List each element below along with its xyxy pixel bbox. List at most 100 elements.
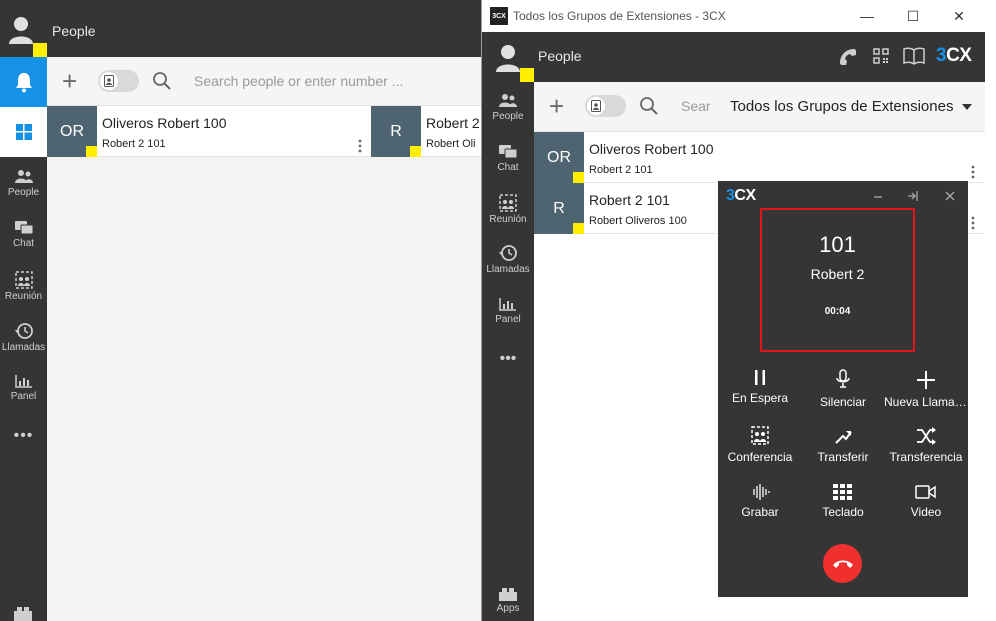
nav-meeting[interactable]: Reunión — [0, 267, 47, 313]
window-titlebar[interactable]: 3CX Todos los Grupos de Extensiones - 3C… — [482, 0, 996, 32]
background-sidebar: People Chat Reunión Llamadas Panel ••• — [0, 57, 47, 621]
hangup-button[interactable] — [823, 544, 862, 583]
call-logo-suffix: CX — [734, 187, 756, 204]
conference-button[interactable]: Conferencia — [718, 426, 802, 464]
contact-card[interactable]: OR Oliveros Robert 100 Robert 2 101 — [47, 106, 371, 157]
contact-initials: OR — [547, 148, 571, 166]
contact-avatar: R — [371, 106, 421, 157]
video-icon — [915, 485, 936, 499]
extension-group-select[interactable]: Todos los Grupos de Extensiones — [730, 98, 972, 115]
new-call-button[interactable]: Nueva Llamada — [884, 369, 968, 409]
minimize-icon[interactable] — [873, 191, 883, 201]
notifications-button[interactable] — [0, 57, 47, 107]
contact-card[interactable]: OR Oliveros Robert 100 Robert 2 101 — [534, 132, 984, 183]
more-menu-button[interactable]: ••• — [0, 427, 47, 445]
nav-panel[interactable]: Panel — [0, 369, 47, 415]
kebab-menu-icon[interactable] — [971, 216, 975, 230]
nav-people[interactable]: People — [0, 165, 47, 211]
nav-meeting-label: Reunión — [4, 291, 43, 302]
nav-calls[interactable]: Llamadas — [0, 318, 47, 364]
phone-icon[interactable] — [838, 47, 858, 67]
add-contact-icon[interactable]: + — [62, 68, 77, 94]
user-avatar-icon — [9, 17, 47, 57]
keypad-button[interactable]: Teclado — [801, 483, 885, 519]
contacts-toggle-knob — [100, 72, 118, 90]
microphone-icon — [836, 369, 850, 388]
attended-transfer-button[interactable]: Transferencia — [884, 426, 968, 464]
nav-chat[interactable]: Chat — [482, 144, 534, 173]
close-button[interactable]: ✕ — [944, 4, 974, 28]
call-timer: 00:04 — [824, 306, 851, 317]
active-call-popup: 3CX 101 Robert 2 00:04 En Espera Silenci… — [718, 181, 968, 597]
user-avatar[interactable] — [0, 0, 47, 57]
nav-panel[interactable]: Panel — [482, 296, 534, 325]
plus-icon — [917, 371, 935, 389]
attended-transfer-label: Transferencia — [889, 450, 963, 464]
kebab-menu-icon[interactable] — [358, 139, 362, 153]
transfer-label: Transferir — [817, 450, 869, 464]
kebab-menu-icon[interactable] — [971, 165, 975, 179]
chat-icon — [499, 145, 518, 159]
search-icon[interactable] — [153, 72, 171, 90]
nav-calls[interactable]: Llamadas — [482, 244, 534, 275]
contacts-toggle[interactable] — [585, 95, 626, 117]
apps-icon — [499, 588, 517, 601]
contact-card[interactable]: R Robert 2 Robert Oli — [371, 106, 481, 157]
video-label: Video — [910, 505, 942, 519]
nav-meeting[interactable]: Reunión — [482, 194, 534, 225]
meeting-icon — [499, 194, 517, 212]
search-input[interactable]: Search people or enter number ... — [194, 73, 403, 89]
apps-icon[interactable] — [13, 605, 33, 621]
mute-button[interactable]: Silenciar — [801, 369, 885, 409]
keypad-label: Teclado — [822, 505, 864, 519]
record-button[interactable]: Grabar — [718, 483, 802, 519]
video-button[interactable]: Video — [884, 483, 968, 519]
window-toolbar: + Sear Todos los Grupos de Extensiones — [534, 82, 996, 132]
history-icon — [14, 323, 33, 339]
nav-panel-label: Panel — [495, 314, 521, 325]
maximize-button[interactable]: ☐ — [898, 4, 928, 28]
user-avatar-icon[interactable] — [482, 32, 534, 82]
conference-icon — [751, 426, 769, 445]
keypad-icon — [833, 484, 852, 500]
book-icon[interactable] — [903, 47, 925, 65]
contact-avatar: R — [534, 183, 584, 234]
pause-icon — [755, 370, 765, 385]
transfer-icon — [835, 431, 852, 444]
contacts-toggle[interactable] — [98, 70, 139, 92]
contact-name: Robert 2 101 — [589, 192, 670, 208]
transfer-button[interactable]: Transferir — [801, 426, 885, 464]
more-menu-button[interactable]: ••• — [482, 350, 534, 368]
shuffle-icon — [917, 427, 936, 445]
brand-logo-prefix: 3 — [936, 45, 947, 66]
hold-button[interactable]: En Espera — [718, 369, 802, 405]
window-title: Todos los Grupos de Extensiones - 3CX — [513, 9, 726, 23]
call-popup-logo: 3CX — [726, 187, 756, 205]
hold-label: En Espera — [731, 391, 789, 405]
qr-code-icon[interactable] — [873, 48, 889, 64]
add-contact-icon[interactable]: + — [549, 93, 564, 119]
close-icon[interactable] — [945, 191, 955, 201]
windows-button[interactable] — [0, 107, 47, 157]
conference-label: Conferencia — [727, 450, 793, 464]
nav-people[interactable]: People — [482, 93, 534, 122]
call-number: 101 — [819, 232, 856, 257]
status-indicator — [573, 223, 584, 234]
record-label: Grabar — [741, 505, 779, 519]
nav-apps[interactable]: Apps — [482, 587, 534, 614]
search-icon[interactable] — [640, 97, 658, 115]
nav-chat[interactable]: Chat — [0, 216, 47, 262]
contact-name: Robert 2 — [426, 115, 480, 131]
contact-avatar: OR — [534, 132, 584, 183]
popout-icon[interactable] — [907, 190, 919, 202]
minimize-button[interactable]: — — [852, 4, 882, 28]
chevron-down-icon — [961, 104, 972, 111]
nav-people-label: People — [492, 111, 524, 122]
search-input[interactable]: Sear — [681, 98, 711, 114]
window-header: People 3CX — [482, 32, 996, 82]
nav-chat-label: Chat — [497, 162, 519, 173]
contact-subtitle: Robert Oli — [426, 138, 476, 150]
contact-subtitle: Robert 2 101 — [589, 164, 653, 176]
window-app-icon: 3CX — [490, 7, 508, 25]
people-icon — [499, 94, 517, 107]
